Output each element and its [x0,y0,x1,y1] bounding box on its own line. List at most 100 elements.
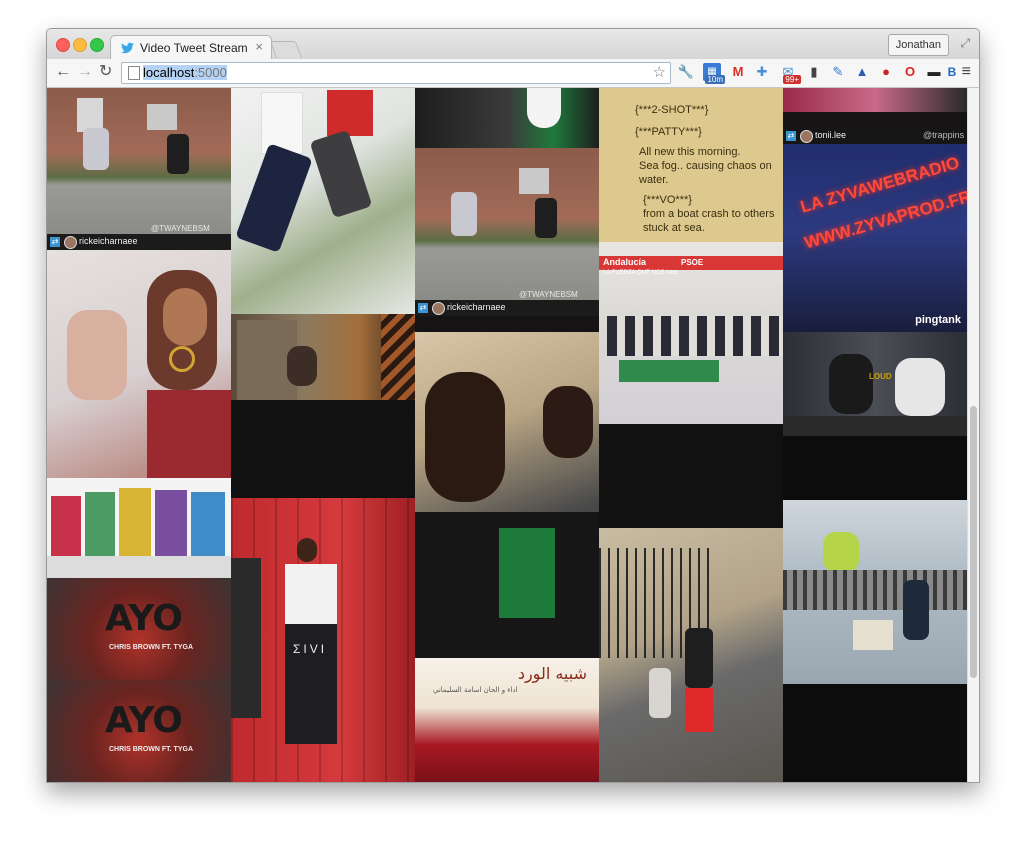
video-tile-cctv-monitor[interactable] [783,436,967,782]
note-line: Sea fog.. causing chaos on [639,160,772,172]
forward-arrow-icon[interactable]: → [77,63,93,81]
dancer-figure [451,192,477,236]
face [297,538,317,562]
video-tile-selfie-houses[interactable] [47,250,231,578]
browser-toolbar: ← → ↻ localhost:5000 ☆ 🔧 ▦ 10m M ✚ ✉ 99+ ▮… [47,59,979,88]
building-window [519,168,549,194]
party-banner: PSOE [669,256,719,270]
wrench-icon[interactable]: 🔧 [677,63,695,81]
ayo-title: AYO [105,700,183,741]
video-tile-top-strip[interactable] [783,88,967,112]
user-attribution-bar: ⇄ tonii.lee @trappins [783,128,967,144]
red-shorts [685,688,713,732]
tab-video-tweet-stream[interactable]: Video Tweet Stream × [110,35,272,60]
minimize-window-button[interactable] [73,38,87,52]
username: rickeicharnaee [447,302,506,312]
b-icon[interactable]: B [943,63,961,81]
piano [231,400,415,498]
mic-flag: LOUD [869,372,892,381]
page-icon [128,66,140,80]
video-tile-lockers[interactable]: ΣIVI [231,498,415,782]
red-shirt [327,90,373,136]
image-icon[interactable]: ▲ [853,63,871,81]
video-grid: @TWAYNEBSM ⇄ rickeicharnaee AYO CHRIS BR… [47,88,967,782]
video-tile-dance-parking-lot[interactable]: @TWAYNEBSM ⇄ rickeicharnaee [47,88,231,250]
monitor-screen [783,500,967,684]
profile-button[interactable]: Jonathan [887,34,949,56]
back-arrow-icon[interactable]: ← [55,63,71,81]
menu-icon[interactable]: ≡ [962,63,971,81]
video-tile-dance-parking-lot-2[interactable]: @TWAYNEBSM ⇄ rickeicharnaee [415,148,599,316]
bookmark-star-icon[interactable]: ☆ [653,63,666,81]
person-figure [67,310,127,400]
video-tile-neon-sign[interactable]: ⇄ tonii.lee @trappins LA ZYVAWEBRADIO WW… [783,128,967,332]
address-bar[interactable]: localhost:5000 ☆ [121,62,671,84]
building-window [77,98,103,132]
tab-title: Video Tweet Stream [140,41,248,55]
party-label: PSOE [681,258,704,267]
video-tile-ayo-1[interactable]: AYO CHRIS BROWN FT. TYGA [47,578,231,680]
twitter-bird-icon [121,42,134,54]
note-line: stuck at sea. [643,222,705,234]
jersey-crest [527,88,561,128]
video-tile-roses[interactable]: شبيه الورد اداء و الحان اسامة السليماني [415,658,599,782]
lastpass-icon[interactable]: ● [877,63,895,81]
face [163,288,207,346]
video-tile-piano[interactable] [231,314,415,498]
video-tile-script-note[interactable]: {***2-SHOT***} {***PATTY***} All new thi… [599,88,783,242]
vertical-scrollbar[interactable] [967,88,979,782]
green-stage [619,360,719,382]
video-tile-andalucia-stage[interactable]: Andalucía LA FUERZA QUE NOS UNE PSOE [599,242,783,424]
black-outfit: ΣIVI [285,624,337,744]
note-line: {***VO***} [643,194,692,206]
video-tile-selfie-hallway[interactable] [415,332,599,658]
close-window-button[interactable] [56,38,70,52]
dancer-figure [535,198,557,238]
browser-window: Video Tweet Stream × Jonathan ⤢ ← → ↻ lo… [46,28,980,783]
note-line: from a boat crash to others [643,208,775,220]
opera-icon[interactable]: O [901,63,919,81]
pingtank-logo: pingtank [915,314,961,326]
new-tab-button[interactable] [269,41,303,58]
eyedropper-icon[interactable]: ✎ [829,63,847,81]
tab-strip: Video Tweet Stream × Jonathan ⤢ [47,29,979,60]
person-figure [649,668,671,718]
mask-icon[interactable]: ▬ [925,63,943,81]
retweet-icon: ⇄ [786,131,796,141]
person-figure [287,346,317,386]
scrollbar-thumb[interactable] [970,406,977,678]
username: rickeicharnaee [79,236,138,246]
shirt-text: ΣIVI [293,642,328,656]
dancer-figure [83,128,109,170]
painted-ladies-houses [47,478,231,578]
building-window [147,104,177,130]
video-tile-black[interactable] [599,424,783,528]
note-line: {***2-SHOT***} [635,104,709,116]
banner-slogan: LA FUERZA QUE NOS UNE [603,270,680,276]
person-figure [823,532,859,572]
video-tile-snow-dance[interactable] [231,88,415,314]
mail-icon[interactable]: ✉ 99+ [779,63,801,84]
fullscreen-icon[interactable]: ⤢ [960,36,970,51]
puzzle-icon[interactable]: ✚ [753,63,771,81]
lock-icon[interactable]: ▮ [805,63,823,81]
gmail-icon[interactable]: M [729,63,747,81]
reload-icon[interactable]: ↻ [99,63,112,81]
tab-close-icon[interactable]: × [255,39,263,54]
video-tile-jacket-top[interactable] [415,88,599,148]
calendar-icon[interactable]: ▦ 10m [703,63,725,84]
video-tile-sirius-studio[interactable]: LOUD [783,332,967,436]
banner-label: Andalucía [603,257,647,267]
maximize-window-button[interactable] [90,38,104,52]
face [543,386,593,458]
user-attribution-bar: ⇄ rickeicharnaee [47,234,231,250]
video-tile-ayo-2[interactable]: AYO CHRIS BROWN FT. TYGA [47,680,231,782]
ayo-title: AYO [105,598,183,639]
hoop-earring [169,346,195,372]
url-text[interactable]: localhost:5000 [143,65,227,80]
desk [783,416,967,436]
user-handle: @trappins [923,130,965,140]
ayo-subtitle: CHRIS BROWN FT. TYGA [109,644,193,651]
video-tile-apartment-fight[interactable] [599,528,783,782]
note-line: {***PATTY***} [635,126,702,138]
